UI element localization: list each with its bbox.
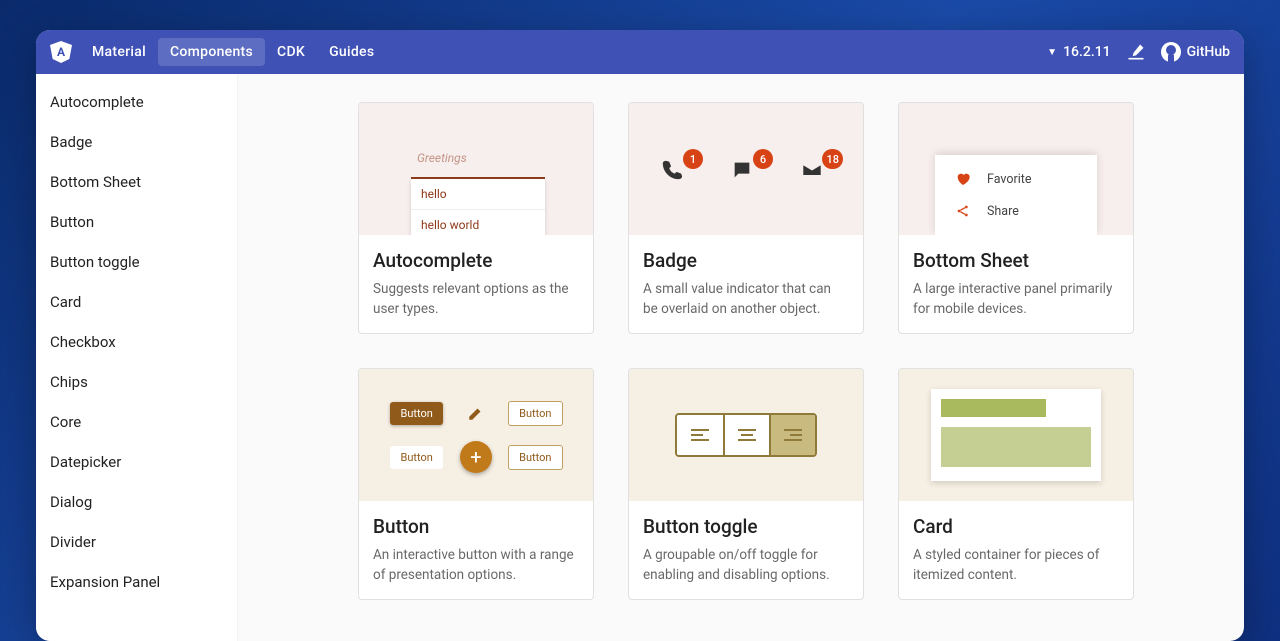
card-desc: A groupable on/off toggle for enabling a…	[643, 546, 849, 585]
align-center-icon	[723, 415, 769, 455]
right-nav: ▼ 16.2.11 GitHub	[1047, 41, 1230, 63]
card-desc: A styled container for pieces of itemize…	[913, 546, 1119, 585]
version-label: 16.2.11	[1063, 44, 1111, 60]
preview-badge: 1 6 18	[629, 103, 863, 235]
preview-autocomplete: Greetings hello hello world	[359, 103, 593, 235]
preview-card	[899, 369, 1133, 501]
mail-icon	[801, 159, 823, 181]
preview-btn-flat: Button	[390, 446, 442, 469]
align-right-icon	[769, 415, 815, 455]
component-grid: Greetings hello hello world Autocomplete…	[358, 102, 1184, 600]
card-title: Autocomplete	[373, 249, 579, 272]
card-desc: A small value indicator that can be over…	[643, 280, 849, 319]
card-button-toggle[interactable]: Button toggle A groupable on/off toggle …	[628, 368, 864, 600]
card-title: Button toggle	[643, 515, 849, 538]
sidebar[interactable]: Autocomplete Badge Bottom Sheet Button B…	[36, 74, 238, 641]
badge-value: 1	[683, 149, 703, 169]
align-left-icon	[677, 415, 723, 455]
preview-button-toggle	[629, 369, 863, 501]
sidebar-item-checkbox[interactable]: Checkbox	[36, 322, 237, 362]
preview-ac-option: hello world	[411, 210, 545, 235]
bs-label: Favorite	[987, 172, 1032, 187]
sidebar-item-bottom-sheet[interactable]: Bottom Sheet	[36, 162, 237, 202]
nav-material[interactable]: Material	[80, 38, 158, 66]
preview-btn-raised: Button	[390, 402, 442, 425]
sidebar-item-card[interactable]: Card	[36, 282, 237, 322]
sidebar-item-chips[interactable]: Chips	[36, 362, 237, 402]
github-label: GitHub	[1187, 44, 1230, 60]
card-desc: Suggests relevant options as the user ty…	[373, 280, 579, 319]
preview-ac-option: hello	[411, 179, 545, 210]
card-bottom-sheet[interactable]: Favorite Share Bottom Sheet A large inte…	[898, 102, 1134, 334]
github-icon	[1161, 42, 1181, 62]
preview-button: Button Button Button + Button	[359, 369, 593, 501]
nav-components[interactable]: Components	[158, 38, 265, 66]
sidebar-item-divider[interactable]: Divider	[36, 522, 237, 562]
version-selector[interactable]: ▼ 16.2.11	[1047, 44, 1110, 60]
card-desc: An interactive button with a range of pr…	[373, 546, 579, 585]
card-title: Card	[913, 515, 1119, 538]
top-navbar: A Material Components CDK Guides ▼ 16.2.…	[36, 30, 1244, 74]
card-title: Bottom Sheet	[913, 249, 1119, 272]
card-button[interactable]: Button Button Button + Button Button An …	[358, 368, 594, 600]
preview-btn-stroked: Button	[508, 445, 562, 470]
sidebar-item-core[interactable]: Core	[36, 402, 237, 442]
preview-bottom-sheet: Favorite Share	[899, 103, 1133, 235]
chevron-down-icon: ▼	[1047, 47, 1057, 58]
github-link[interactable]: GitHub	[1161, 42, 1230, 62]
phone-icon	[661, 159, 683, 181]
preview-btn-stroked: Button	[508, 401, 562, 426]
card-title: Badge	[643, 249, 849, 272]
card-card[interactable]: Card A styled container for pieces of it…	[898, 368, 1134, 600]
chat-icon	[731, 159, 753, 181]
nav-cdk[interactable]: CDK	[265, 38, 317, 66]
badge-value: 6	[753, 149, 773, 169]
sidebar-item-button[interactable]: Button	[36, 202, 237, 242]
sidebar-item-dialog[interactable]: Dialog	[36, 482, 237, 522]
badge-value: 18	[822, 149, 843, 169]
primary-nav: Material Components CDK Guides	[80, 38, 386, 66]
share-icon	[955, 203, 971, 219]
preview-ac-placeholder: Greetings	[411, 143, 545, 179]
sidebar-item-badge[interactable]: Badge	[36, 122, 237, 162]
sidebar-item-datepicker[interactable]: Datepicker	[36, 442, 237, 482]
theme-picker-icon[interactable]	[1125, 41, 1147, 63]
heart-icon	[955, 171, 971, 187]
card-badge[interactable]: 1 6 18 Badge	[628, 102, 864, 334]
card-title: Button	[373, 515, 579, 538]
angular-logo-icon[interactable]: A	[50, 41, 72, 63]
sidebar-item-expansion-panel[interactable]: Expansion Panel	[36, 562, 237, 602]
plus-icon: +	[460, 441, 492, 473]
sidebar-item-button-toggle[interactable]: Button toggle	[36, 242, 237, 282]
card-autocomplete[interactable]: Greetings hello hello world Autocomplete…	[358, 102, 594, 334]
app-window: A Material Components CDK Guides ▼ 16.2.…	[36, 30, 1244, 641]
sidebar-item-autocomplete[interactable]: Autocomplete	[36, 82, 237, 122]
card-desc: A large interactive panel primarily for …	[913, 280, 1119, 319]
bs-label: Share	[987, 204, 1019, 219]
nav-guides[interactable]: Guides	[317, 38, 386, 66]
pencil-icon	[467, 404, 485, 422]
main-content[interactable]: Greetings hello hello world Autocomplete…	[238, 74, 1244, 641]
